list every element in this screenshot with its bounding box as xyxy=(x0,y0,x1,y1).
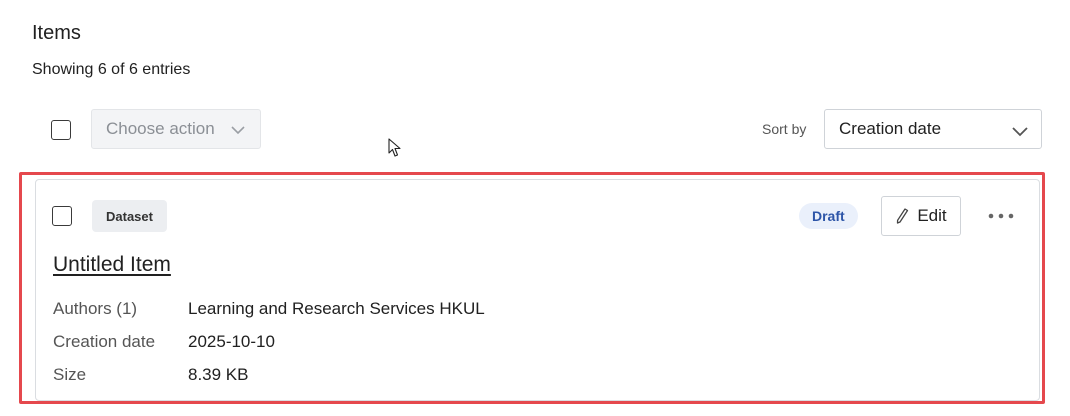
chevron-down-icon xyxy=(231,126,245,135)
mouse-cursor-icon xyxy=(388,138,401,157)
sort-by-label: Sort by xyxy=(762,121,807,137)
sort-select-value: Creation date xyxy=(839,119,942,138)
metadata-value-size: 8.39 KB xyxy=(188,365,249,384)
items-page: Items Showing 6 of 6 entries Choose acti… xyxy=(0,0,1070,416)
metadata-label-size: Size xyxy=(53,365,87,384)
select-all-checkbox[interactable] xyxy=(51,120,71,140)
item-checkbox[interactable] xyxy=(52,206,72,226)
sort-select[interactable]: Creation date xyxy=(824,109,1042,149)
metadata-label-creation-date: Creation date xyxy=(53,332,156,351)
metadata-label-authors: Authors (1) xyxy=(53,299,138,318)
pencil-icon xyxy=(897,208,909,224)
item-title-link[interactable]: Untitled Item xyxy=(53,253,171,277)
more-horizontal-icon xyxy=(988,213,1014,219)
choose-action-select[interactable]: Choose action xyxy=(91,109,261,149)
choose-action-label: Choose action xyxy=(106,119,215,138)
edit-button[interactable]: Edit xyxy=(881,196,961,236)
entries-count: Showing 6 of 6 entries xyxy=(32,61,191,78)
edit-button-label: Edit xyxy=(917,206,947,225)
item-type-badge: Dataset xyxy=(92,200,167,232)
metadata-value-authors: Learning and Research Services HKUL xyxy=(188,299,485,318)
status-badge: Draft xyxy=(799,203,858,229)
metadata-value-creation-date: 2025-10-10 xyxy=(188,332,275,351)
more-options-button[interactable] xyxy=(984,203,1018,229)
chevron-down-icon xyxy=(1012,127,1028,137)
page-title: Items xyxy=(32,22,81,44)
